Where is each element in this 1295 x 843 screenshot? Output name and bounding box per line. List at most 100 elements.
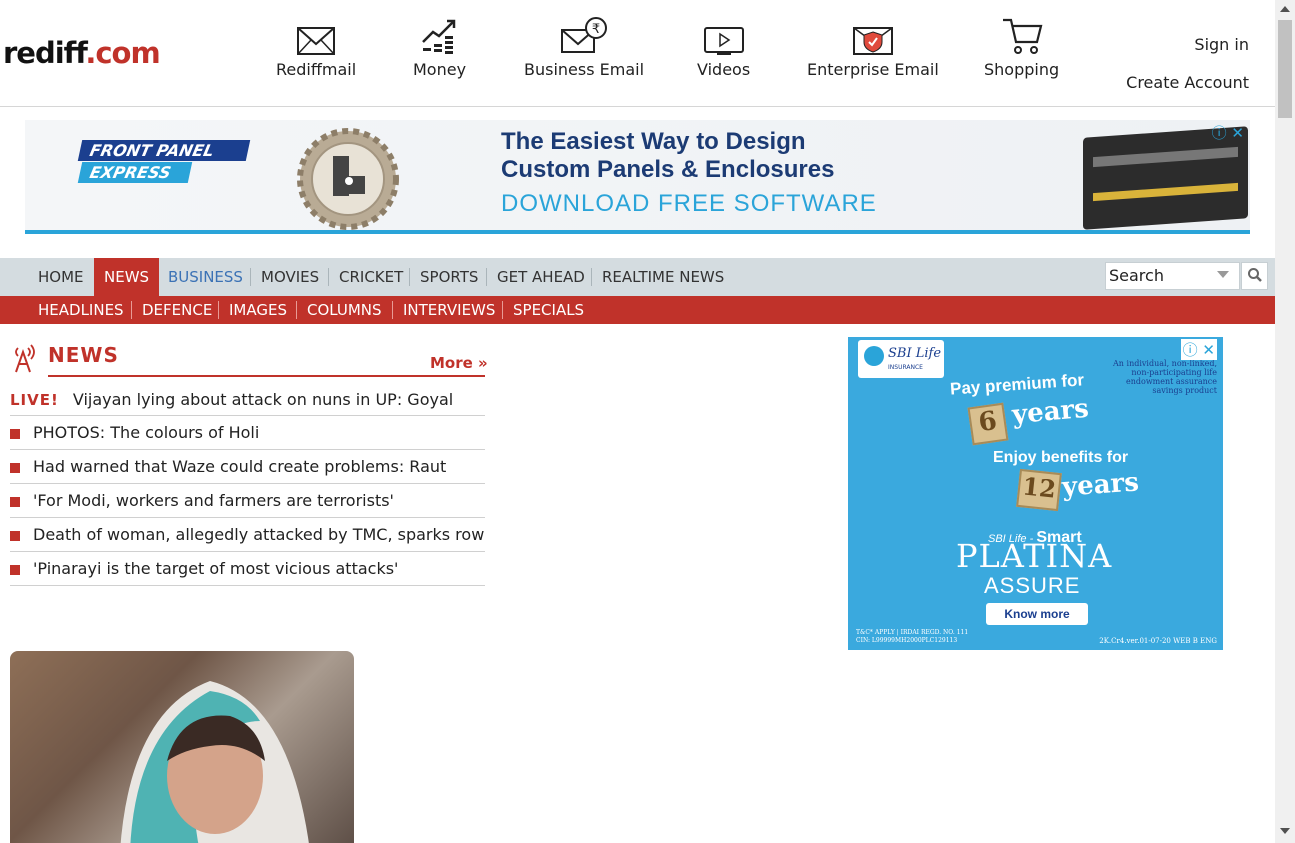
service-label: Money — [413, 60, 467, 79]
nav-item-get-ahead[interactable]: GET AHEAD — [487, 258, 595, 296]
money-chart-icon — [421, 19, 455, 54]
mail-icon — [297, 27, 336, 55]
sbi-logo-circle-icon — [864, 346, 884, 366]
list-item[interactable]: Had warned that Waze could create proble… — [10, 450, 485, 484]
headline-link[interactable]: Death of woman, allegedly attacked by TM… — [33, 518, 484, 552]
service-money[interactable]: Money — [413, 19, 467, 79]
nav-item-realtime-news[interactable]: REALTIME NEWS — [592, 258, 734, 296]
video-play-icon — [703, 27, 744, 55]
bullet-square-icon — [10, 565, 20, 575]
nav-item-home[interactable]: HOME — [28, 258, 94, 296]
nav-item-business[interactable]: BUSINESS — [158, 258, 253, 296]
ad-info-icon[interactable]: ⓘ — [1212, 124, 1227, 142]
ad-info-icon[interactable]: ⓘ — [1183, 341, 1198, 359]
ad-close-icon[interactable]: ✕ — [1231, 124, 1244, 142]
service-label: Shopping — [984, 60, 1060, 79]
service-label: Business Email — [524, 60, 645, 79]
subnav-item-defence[interactable]: DEFENCE — [132, 296, 222, 324]
search-input[interactable]: Search — [1105, 262, 1240, 290]
chevron-down-icon[interactable] — [1217, 271, 1229, 278]
ad-headline-line1: The Easiest Way to Design — [501, 128, 806, 155]
service-label: Rediffmail — [276, 60, 357, 79]
list-item-live[interactable]: LIVE! Vijayan lying about attack on nuns … — [10, 383, 485, 416]
product-panel-strip — [1093, 182, 1238, 202]
shopping-cart-icon — [1002, 18, 1042, 54]
site-header: rediff.com Rediffmail Money ₹ Business E… — [0, 0, 1275, 107]
enterprise-email-shield-icon — [852, 27, 893, 55]
ad-years-word: years — [1010, 393, 1091, 431]
subnav-item-headlines[interactable]: HEADLINES — [28, 296, 134, 324]
service-enterprise-email[interactable]: Enterprise Email — [807, 24, 939, 79]
live-badge: LIVE! — [10, 391, 59, 409]
scrollbar-thumb[interactable] — [1278, 20, 1292, 118]
ad-disclaimer: An individual, non-linked, non-participa… — [1113, 359, 1217, 395]
rediff-logo[interactable]: rediff.com — [3, 36, 161, 70]
bullet-square-icon — [10, 497, 20, 507]
list-item[interactable]: Death of woman, allegedly attacked by TM… — [10, 518, 485, 552]
search-button[interactable] — [1241, 262, 1268, 290]
featured-news-photo[interactable] — [10, 651, 354, 843]
gear-icon — [297, 128, 399, 230]
product-panel-strip — [1093, 146, 1238, 168]
ad-terms: T&C* APPLY | IRDAI REGD. NO. 111 CIN: L9… — [856, 629, 968, 645]
live-headline-text[interactable]: Vijayan lying about attack on nuns in UP… — [73, 390, 453, 409]
subnav-item-columns[interactable]: COLUMNS — [297, 296, 392, 324]
broadcast-tower-icon — [15, 344, 35, 373]
subnav-item-specials[interactable]: SPECIALS — [503, 296, 594, 324]
vertical-scrollbar[interactable] — [1275, 0, 1295, 843]
list-item[interactable]: 'For Modi, workers and farmers are terro… — [10, 484, 485, 518]
service-shopping[interactable]: Shopping — [984, 18, 1060, 79]
scroll-down-arrow-icon[interactable] — [1280, 828, 1290, 834]
service-business-email[interactable]: ₹ Business Email — [524, 17, 645, 79]
service-videos[interactable]: Videos — [697, 24, 750, 79]
ad-code: 2K.Cr4.ver.01-07-20 WEB B ENG — [1099, 637, 1217, 645]
ad-choices[interactable]: ⓘ ✕ — [1180, 339, 1217, 360]
ad-choices[interactable]: ⓘ ✕ — [1212, 122, 1244, 143]
sbi-life-side-ad[interactable]: SBI Life INSURANCE An individual, non-li… — [848, 337, 1223, 650]
ad-product-subname: ASSURE — [984, 573, 1081, 598]
create-account-link[interactable]: Create Account — [1126, 73, 1249, 92]
bullet-square-icon — [10, 531, 20, 541]
headline-link[interactable]: PHOTOS: The colours of Holi — [33, 416, 259, 450]
svg-text:₹: ₹ — [592, 22, 600, 37]
live-headline-row[interactable]: LIVE! Vijayan lying about attack on nuns … — [10, 383, 453, 417]
service-rediffmail[interactable]: Rediffmail — [276, 24, 356, 79]
ad-brand-line2: EXPRESS — [77, 162, 193, 183]
ad-cin-line: CIN: L99999MH2000PLC129113 — [856, 637, 958, 644]
sbi-logo-text: SBI Life — [888, 346, 942, 361]
nav-item-sports[interactable]: SPORTS — [410, 258, 488, 296]
top-ad-banner[interactable]: FRONT PANEL EXPRESS The Easiest Way to D… — [25, 120, 1250, 234]
sbi-life-logo: SBI Life INSURANCE — [858, 340, 944, 378]
headline-link[interactable]: 'For Modi, workers and farmers are terro… — [33, 484, 394, 518]
ad-know-more-button[interactable]: Know more — [986, 603, 1088, 625]
logo-text-rediff: rediff — [3, 36, 86, 70]
nav-item-news[interactable]: NEWS — [94, 258, 160, 296]
ad-brand-line1: FRONT PANEL — [77, 140, 251, 161]
logo-text-com: .com — [85, 36, 160, 70]
headline-link[interactable]: Had warned that Waze could create proble… — [33, 450, 446, 484]
news-more-link[interactable]: More » — [430, 354, 488, 372]
list-item[interactable]: 'Pinarayi is the target of most vicious … — [10, 552, 485, 586]
subnav-item-images[interactable]: IMAGES — [219, 296, 297, 324]
ad-years-pay-block: 6 — [967, 402, 1009, 446]
scroll-up-arrow-icon[interactable] — [1280, 6, 1290, 12]
news-headline-list: LIVE! Vijayan lying about attack on nuns … — [10, 383, 485, 586]
front-panel-express-logo: FRONT PANEL EXPRESS — [77, 140, 251, 183]
list-item[interactable]: PHOTOS: The colours of Holi — [10, 416, 485, 450]
nav-item-movies[interactable]: MOVIES — [251, 258, 329, 296]
headline-link[interactable]: 'Pinarayi is the target of most vicious … — [33, 552, 398, 586]
search-icon — [1247, 268, 1262, 282]
bullet-square-icon — [10, 463, 20, 473]
sign-in-link[interactable]: Sign in — [1194, 35, 1249, 54]
news-title-underline — [48, 375, 485, 377]
ad-close-icon[interactable]: ✕ — [1202, 341, 1215, 359]
ad-cta-text: DOWNLOAD FREE SOFTWARE — [501, 190, 877, 217]
nav-item-cricket[interactable]: CRICKET — [329, 258, 413, 296]
subnav-item-interviews[interactable]: INTERVIEWS — [393, 296, 505, 324]
main-nav: HOME NEWS BUSINESS MOVIES CRICKET SPORTS… — [0, 258, 1275, 296]
search-input-value: Search — [1109, 266, 1164, 285]
sbi-logo-subtext: INSURANCE — [888, 364, 923, 371]
ad-headline: The Easiest Way to Design Custom Panels … — [501, 128, 834, 184]
ad-terms-line: T&C* APPLY | IRDAI REGD. NO. 111 — [856, 629, 969, 636]
ad-years-benefit-block: 12 — [1016, 468, 1062, 512]
